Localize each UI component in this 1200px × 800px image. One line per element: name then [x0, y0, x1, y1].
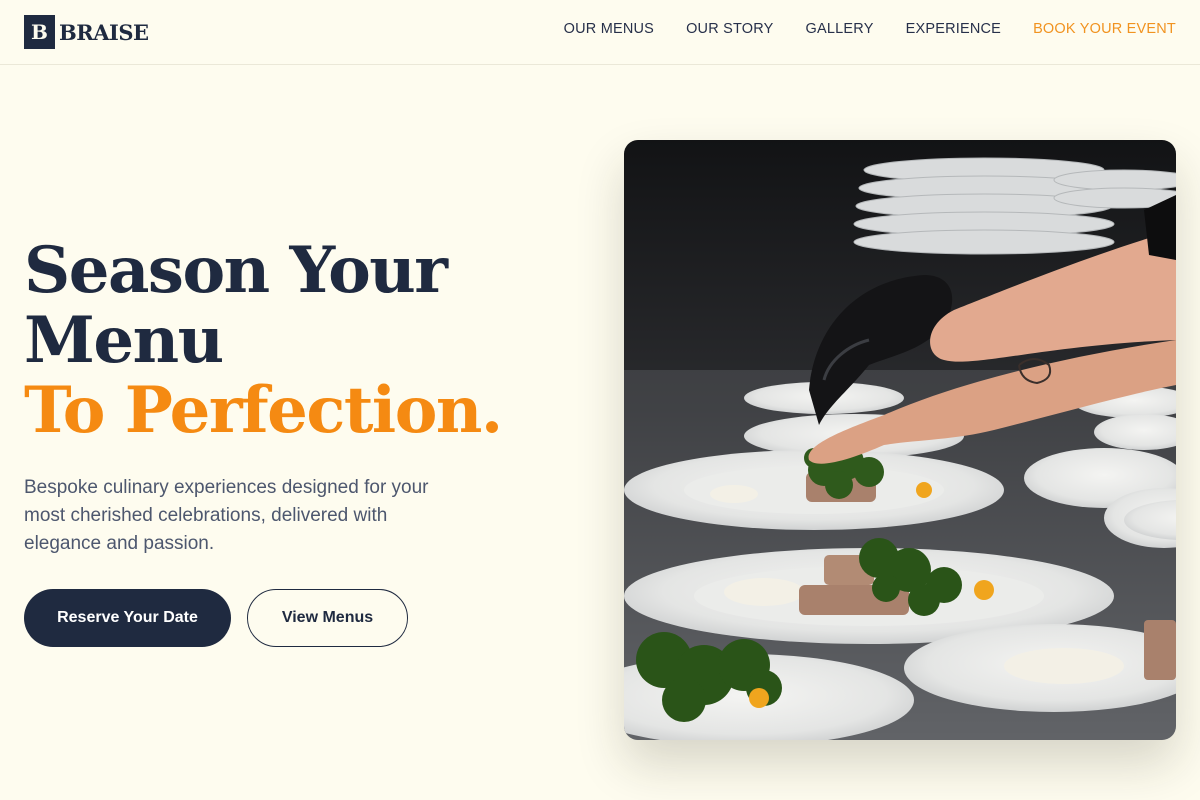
main-menu: OUR MENUS OUR STORY GALLERY EXPERIENCE B…	[564, 21, 1176, 37]
hero-title: Season Your Menu To Perfection.	[24, 233, 503, 448]
hero-description: Bespoke culinary experiences designed fo…	[24, 477, 429, 554]
reserve-date-button[interactable]: Reserve Your Date	[24, 589, 231, 647]
hero-title-accent: To Perfection.	[24, 373, 503, 448]
logo-mark: B	[24, 15, 55, 49]
nav-link-experience[interactable]: EXPERIENCE	[906, 21, 1001, 37]
nav-link-our-story[interactable]: OUR STORY	[686, 21, 773, 37]
nav-link-gallery[interactable]: GALLERY	[806, 21, 874, 37]
hero-title-line-2: Menu	[24, 303, 224, 378]
brand-logo[interactable]: B BRAISE	[24, 15, 149, 49]
nav-link-book-event[interactable]: BOOK YOUR EVENT	[1033, 21, 1176, 37]
nav-link-our-menus[interactable]: OUR MENUS	[564, 21, 654, 37]
top-navigation: B BRAISE OUR MENUS OUR STORY GALLERY EXP…	[0, 0, 1200, 65]
view-menus-button[interactable]: View Menus	[247, 589, 408, 647]
hero-title-line-1: Season Your	[24, 233, 448, 308]
hero-photo-chef-plating	[624, 140, 1176, 740]
brand-name: BRAISE	[59, 19, 149, 45]
